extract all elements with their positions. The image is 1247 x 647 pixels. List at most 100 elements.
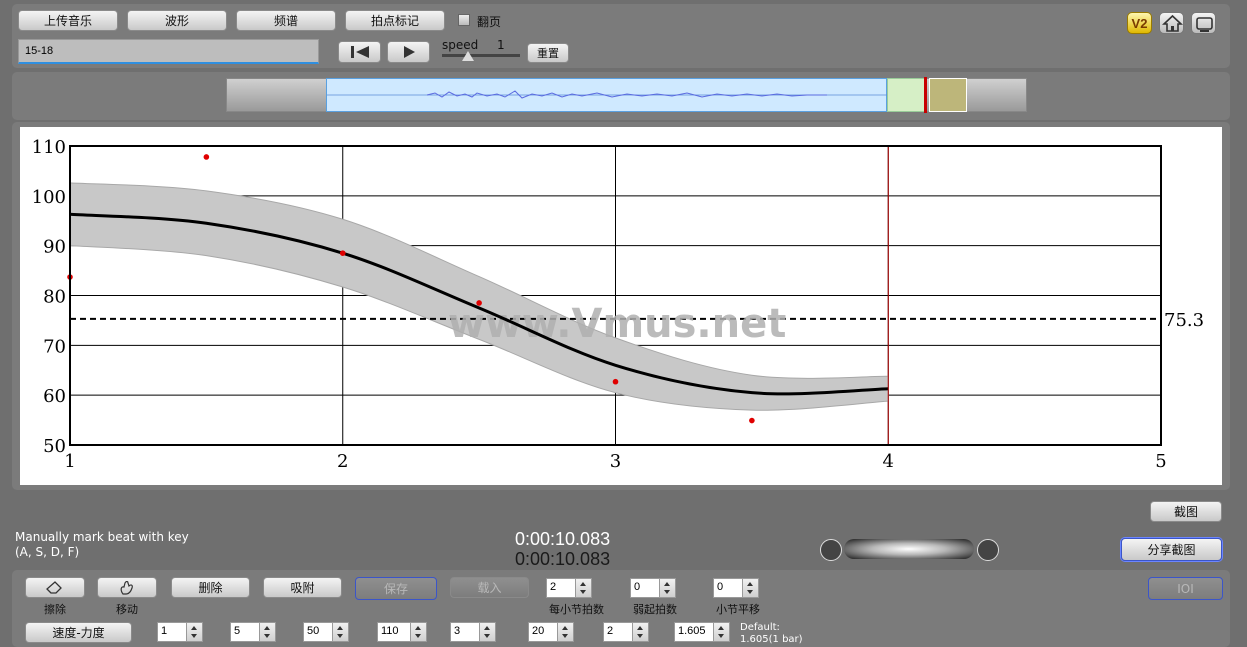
beat-point[interactable] bbox=[749, 417, 755, 424]
volume-control[interactable] bbox=[820, 538, 999, 561]
param-value-1[interactable]: 1 bbox=[157, 622, 187, 642]
beats-per-bar-arrows[interactable] bbox=[576, 578, 592, 598]
ioi-button[interactable]: IOI bbox=[1148, 577, 1223, 600]
volume-slider[interactable] bbox=[844, 539, 974, 559]
time-display-1: 0:00:10.083 bbox=[515, 529, 611, 549]
param-value-6[interactable]: 20 bbox=[528, 622, 558, 642]
beats-per-bar-stepper[interactable]: 2 bbox=[546, 578, 592, 598]
eraser-icon bbox=[46, 580, 62, 594]
beat-point[interactable] bbox=[203, 154, 210, 160]
speed-label: speed bbox=[442, 38, 479, 52]
param-arrows-5[interactable] bbox=[480, 622, 496, 642]
spectrum-button[interactable]: 频谱 bbox=[236, 10, 336, 31]
beat-point[interactable] bbox=[339, 250, 346, 256]
bar-shift-label: 小节平移 bbox=[716, 603, 760, 616]
wave-large-icon bbox=[977, 539, 999, 561]
param-arrows-8[interactable] bbox=[714, 622, 730, 642]
share-screenshot-button[interactable]: 分享截图 bbox=[1121, 538, 1222, 561]
y-tick-label: 90 bbox=[43, 237, 66, 258]
screenshot-button[interactable]: 截图 bbox=[1150, 501, 1222, 522]
beat-point[interactable] bbox=[476, 300, 482, 306]
param-value-2[interactable]: 5 bbox=[230, 622, 260, 642]
file-name-field[interactable]: 15-18 bbox=[18, 39, 319, 64]
param-arrows-6[interactable] bbox=[558, 622, 574, 642]
tempo-chart: 75.3 www.Vmus.net 50 60 70 80 90 100 110 1 2 3 4 5 bbox=[32, 137, 1204, 472]
wave-small-icon bbox=[820, 539, 842, 561]
home-icon bbox=[1161, 14, 1184, 32]
file-name-value: 15-18 bbox=[25, 45, 54, 57]
speed-slider-track[interactable] bbox=[442, 54, 520, 57]
save-button[interactable]: 保存 bbox=[355, 577, 437, 600]
upload-music-button[interactable]: 上传音乐 bbox=[18, 10, 118, 31]
chart-area[interactable]: 75.3 www.Vmus.net 50 60 70 80 90 100 110 1 2 3 4 5 bbox=[20, 127, 1222, 485]
param-arrows-3[interactable] bbox=[333, 622, 349, 642]
y-tick-label: 80 bbox=[43, 287, 66, 308]
param-stepper-7[interactable]: 2 bbox=[603, 622, 649, 642]
pickup-value[interactable]: 0 bbox=[630, 578, 660, 598]
y-tick-label: 100 bbox=[32, 187, 66, 208]
play-button[interactable] bbox=[387, 41, 430, 63]
param-value-7[interactable]: 2 bbox=[603, 622, 633, 642]
bar-shift-stepper[interactable]: 0 bbox=[713, 578, 759, 598]
play-icon bbox=[403, 46, 415, 58]
beat-point[interactable] bbox=[612, 378, 619, 385]
fullscreen-button[interactable] bbox=[1191, 12, 1216, 34]
waveform-trace bbox=[327, 90, 888, 99]
v2-badge-button[interactable]: V2 bbox=[1127, 12, 1152, 34]
param-stepper-3[interactable]: 50 bbox=[303, 622, 349, 642]
param-value-4[interactable]: 110 bbox=[377, 622, 411, 642]
param-arrows-7[interactable] bbox=[633, 622, 649, 642]
waveform-selection[interactable] bbox=[326, 78, 888, 112]
param-value-5[interactable]: 3 bbox=[450, 622, 480, 642]
confidence-band bbox=[69, 182, 889, 411]
view-window[interactable] bbox=[929, 78, 967, 112]
v2-badge: V2 bbox=[1131, 15, 1148, 31]
speed-slider-handle[interactable] bbox=[462, 51, 474, 61]
snap-button[interactable]: 吸附 bbox=[263, 577, 342, 598]
screen-icon bbox=[1196, 17, 1213, 32]
flip-page-checkbox[interactable] bbox=[458, 14, 470, 26]
tempo-dynamics-button[interactable]: 速度-力度 bbox=[25, 622, 132, 643]
reset-button[interactable]: 重置 bbox=[527, 43, 569, 63]
param-stepper-8[interactable]: 1.605 bbox=[674, 622, 730, 642]
flip-page-label: 翻页 bbox=[477, 15, 502, 29]
param-value-8[interactable]: 1.605 bbox=[674, 622, 714, 642]
waveform-button[interactable]: 波形 bbox=[127, 10, 227, 31]
bar-shift-value[interactable]: 0 bbox=[713, 578, 743, 598]
y-tick-label: 60 bbox=[43, 386, 66, 407]
erase-button[interactable] bbox=[25, 577, 85, 598]
param-arrows-1[interactable] bbox=[187, 622, 203, 642]
beats-per-bar-value[interactable]: 2 bbox=[546, 578, 576, 598]
rewind-button[interactable] bbox=[338, 41, 381, 63]
param-arrows-2[interactable] bbox=[260, 622, 276, 642]
skip-back-icon bbox=[350, 46, 369, 58]
load-button[interactable]: 载入 bbox=[450, 577, 529, 598]
x-tick-label: 4 bbox=[883, 451, 894, 472]
hand-icon bbox=[120, 580, 133, 595]
pickup-arrows[interactable] bbox=[660, 578, 676, 598]
speed-value: 1 bbox=[497, 38, 505, 52]
x-tick-label: 1 bbox=[64, 451, 75, 472]
home-button[interactable] bbox=[1159, 12, 1184, 34]
hint-line-2: (A, S, D, F) bbox=[15, 545, 80, 559]
bar-shift-arrows[interactable] bbox=[743, 578, 759, 598]
move-button[interactable] bbox=[97, 577, 157, 598]
param-stepper-6[interactable]: 20 bbox=[528, 622, 574, 642]
param-stepper-5[interactable]: 3 bbox=[450, 622, 496, 642]
playhead-marker[interactable] bbox=[924, 77, 927, 113]
default-label: Default: bbox=[740, 622, 780, 633]
played-region bbox=[887, 78, 925, 112]
param-stepper-1[interactable]: 1 bbox=[157, 622, 203, 642]
param-value-3[interactable]: 50 bbox=[303, 622, 333, 642]
param-arrows-4[interactable] bbox=[411, 622, 427, 642]
delete-button[interactable]: 删除 bbox=[171, 577, 250, 598]
watermark: www.Vmus.net bbox=[448, 301, 786, 347]
average-label: 75.3 bbox=[1164, 310, 1204, 331]
pickup-label: 弱起拍数 bbox=[633, 603, 677, 616]
hint-line-1: Manually mark beat with key bbox=[15, 530, 189, 544]
beat-mark-button[interactable]: 拍点标记 bbox=[345, 10, 445, 31]
time-display-2: 0:00:10.083 bbox=[515, 549, 611, 569]
pickup-stepper[interactable]: 0 bbox=[630, 578, 676, 598]
param-stepper-4[interactable]: 110 bbox=[377, 622, 427, 642]
param-stepper-2[interactable]: 5 bbox=[230, 622, 276, 642]
